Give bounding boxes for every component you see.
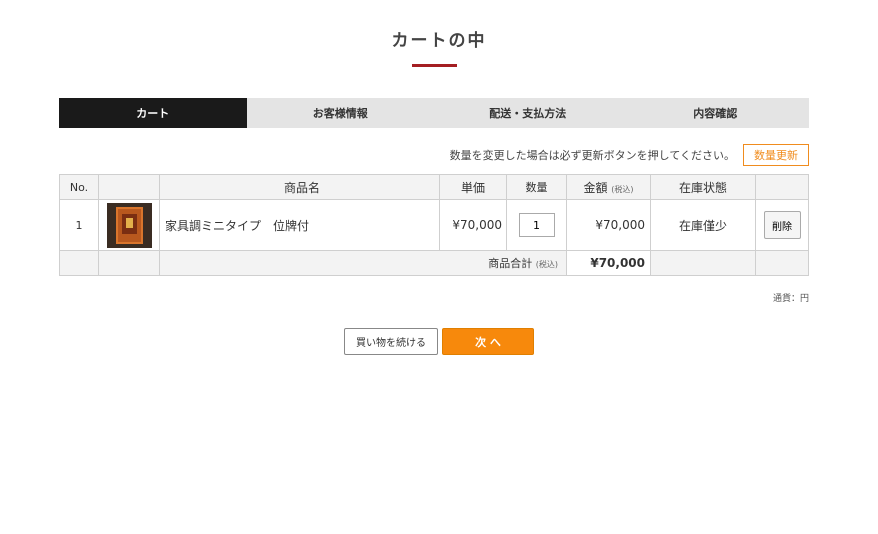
quantity-notice-row: 数量を変更した場合は必ず更新ボタンを押してください。 数量更新 xyxy=(450,144,809,166)
next-button[interactable]: 次 へ xyxy=(442,328,534,355)
update-quantity-button[interactable]: 数量更新 xyxy=(743,144,809,166)
subtotal-label-cell: 商品合計 (税込) xyxy=(159,250,567,276)
item-image-cell xyxy=(98,199,160,251)
header-quantity: 数量 xyxy=(506,174,567,200)
step-confirm: 内容確認 xyxy=(621,98,809,128)
action-buttons: 買い物を続ける 次 へ xyxy=(0,328,878,355)
title-underline xyxy=(412,64,457,67)
total-empty-action xyxy=(755,250,809,276)
item-action-cell: 削除 xyxy=(755,199,809,251)
step-shipping-payment: 配送・支払方法 xyxy=(434,98,622,128)
total-empty-stock xyxy=(650,250,756,276)
header-amount: 金額 (税込) xyxy=(566,174,651,200)
step-customer-info: お客様情報 xyxy=(246,98,434,128)
header-product-name: 商品名 xyxy=(159,174,440,200)
header-action xyxy=(755,174,809,200)
checkout-steps: カート お客様情報 配送・支払方法 内容確認 xyxy=(59,98,809,128)
header-unit-price: 単価 xyxy=(439,174,507,200)
header-amount-label: 金額 xyxy=(583,180,608,195)
subtotal-label: 商品合計 xyxy=(488,257,533,270)
cart-table-header: No. 商品名 単価 数量 金額 (税込) 在庫状態 xyxy=(59,174,809,200)
quantity-input[interactable] xyxy=(518,213,555,237)
cart-table: No. 商品名 単価 数量 金額 (税込) 在庫状態 1 家具調ミニタイプ 位牌… xyxy=(59,174,809,276)
header-stock: 在庫状態 xyxy=(650,174,756,200)
item-quantity-cell xyxy=(506,199,567,251)
header-no: No. xyxy=(59,174,99,200)
step-cart: カート xyxy=(59,98,247,128)
quantity-notice-text: 数量を変更した場合は必ず更新ボタンを押してください。 xyxy=(449,149,735,162)
item-amount: ¥70,000 xyxy=(566,199,651,251)
subtotal-value: ¥70,000 xyxy=(566,250,651,276)
item-name: 家具調ミニタイプ 位牌付 xyxy=(159,199,440,251)
table-row: 1 家具調ミニタイプ 位牌付 ¥70,000 ¥70,000 在庫僅少 削除 xyxy=(59,199,809,251)
header-amount-tax-note: (税込) xyxy=(611,184,634,194)
header-image xyxy=(98,174,160,200)
currency-note: 通貨：円 xyxy=(772,294,809,304)
item-unit-price: ¥70,000 xyxy=(439,199,507,251)
item-stock-status: 在庫僅少 xyxy=(650,199,756,251)
delete-button[interactable]: 削除 xyxy=(763,211,801,239)
total-empty-no xyxy=(59,250,99,276)
product-thumbnail[interactable] xyxy=(106,202,152,248)
page-title: カートの中 xyxy=(391,31,487,51)
item-no: 1 xyxy=(59,199,99,251)
total-row: 商品合計 (税込) ¥70,000 xyxy=(59,250,809,276)
subtotal-tax-note: (税込) xyxy=(535,260,558,269)
continue-shopping-button[interactable]: 買い物を続ける xyxy=(344,328,438,355)
total-empty-image xyxy=(98,250,160,276)
